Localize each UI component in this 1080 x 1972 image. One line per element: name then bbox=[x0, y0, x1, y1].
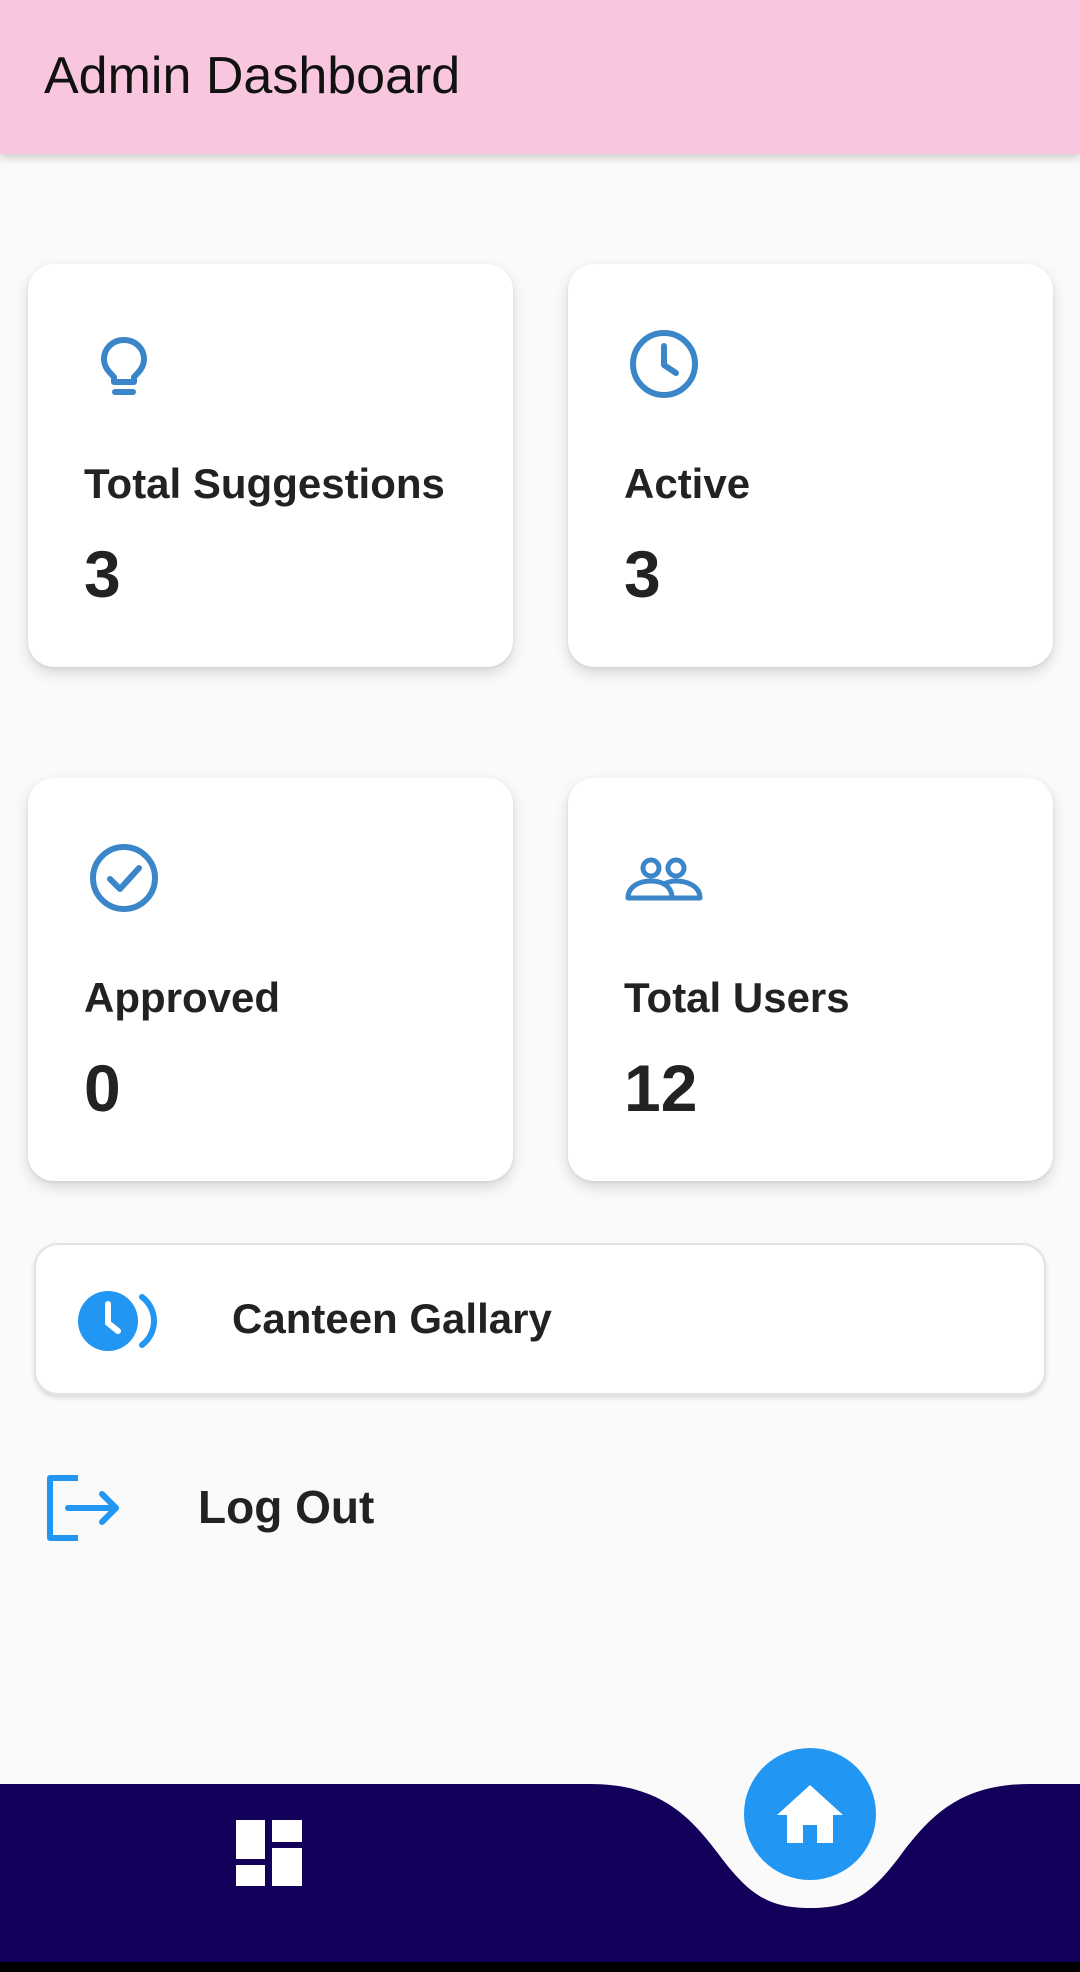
stat-card-approved[interactable]: Approved 0 bbox=[28, 778, 513, 1181]
check-circle-icon bbox=[90, 844, 158, 912]
logout-label: Log Out bbox=[198, 1481, 375, 1533]
logout-icon bbox=[47, 1475, 119, 1541]
stat-value: 12 bbox=[624, 1051, 698, 1125]
stat-card-total-suggestions[interactable]: Total Suggestions 3 bbox=[28, 264, 513, 667]
dashboard-grid-icon[interactable] bbox=[234, 1818, 304, 1888]
stat-value: 0 bbox=[84, 1051, 121, 1125]
home-icon bbox=[777, 1785, 843, 1843]
bottom-nav-background bbox=[0, 1784, 1080, 1972]
app-bar: Admin Dashboard bbox=[0, 0, 1080, 154]
clock-icon bbox=[630, 330, 698, 398]
logout-button[interactable]: Log Out bbox=[44, 1470, 644, 1550]
page-title: Admin Dashboard bbox=[44, 47, 461, 105]
stat-label: Total Suggestions bbox=[84, 460, 445, 507]
stat-label: Total Users bbox=[624, 974, 850, 1021]
stat-value: 3 bbox=[84, 537, 121, 611]
stat-card-active[interactable]: Active 3 bbox=[568, 264, 1053, 667]
stat-label: Active bbox=[624, 460, 751, 507]
canteen-gallery-label: Canteen Gallary bbox=[232, 1295, 552, 1342]
canteen-gallery-button[interactable]: Canteen Gallary bbox=[34, 1243, 1046, 1395]
lightbulb-icon bbox=[101, 337, 147, 395]
history-icon bbox=[78, 1291, 157, 1351]
users-icon bbox=[625, 857, 703, 901]
stat-value: 3 bbox=[624, 537, 661, 611]
stat-label: Approved bbox=[84, 974, 281, 1021]
home-button[interactable] bbox=[744, 1748, 876, 1880]
bottom-navigation-bar bbox=[0, 1770, 1080, 1972]
stat-card-total-users[interactable]: Total Users 12 bbox=[568, 778, 1053, 1181]
